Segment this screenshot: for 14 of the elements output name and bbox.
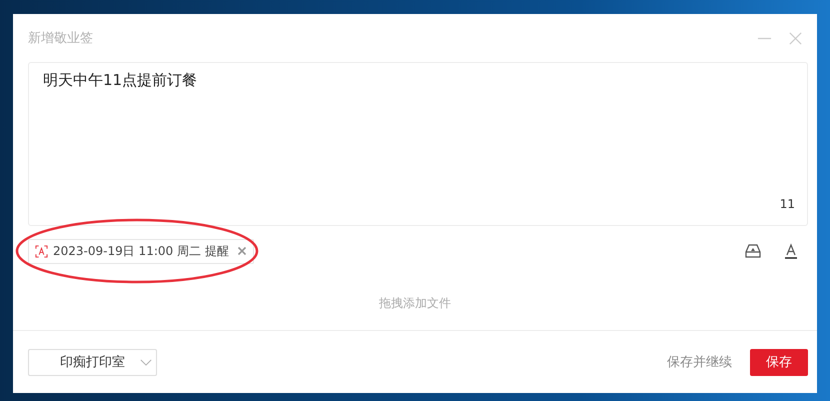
reminder-tag[interactable]: 2023-09-19日 11:00 周二 提醒 [28, 238, 254, 264]
drop-hint: 拖拽添加文件 [379, 294, 451, 312]
save-button[interactable]: 保存 [750, 348, 808, 376]
remove-icon[interactable] [236, 246, 247, 256]
note-field[interactable]: 明天中午11点提前订餐 11 [28, 62, 808, 226]
save-continue-button[interactable]: 保存并继续 [667, 353, 732, 371]
tray-icon[interactable] [744, 242, 762, 260]
window-title: 新增敬业签 [28, 30, 93, 47]
caret-icon [140, 358, 152, 366]
printer-dropdown[interactable]: 印痴打印室 [28, 348, 157, 376]
scan-icon [35, 244, 48, 258]
close-icon[interactable] [788, 30, 803, 46]
text-color-icon[interactable] [782, 242, 800, 260]
character-count: 11 [780, 197, 795, 211]
